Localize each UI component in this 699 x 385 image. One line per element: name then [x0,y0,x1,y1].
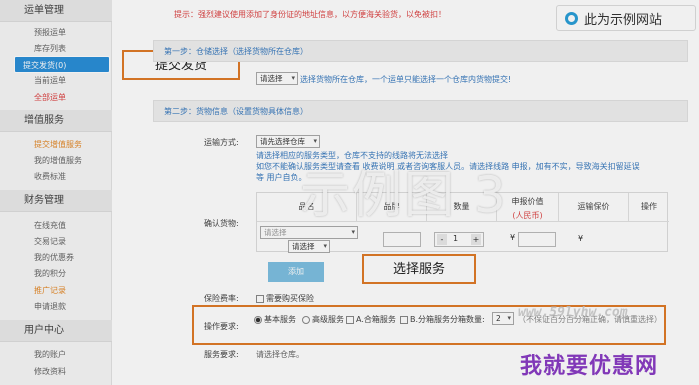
qty-stepper[interactable]: - 1 + [434,232,484,247]
service-basic-label: 基本服务 [264,315,296,324]
service-req-value: 请选择仓库。 [256,350,304,359]
insurance-option[interactable]: 需要购买保险 [256,293,314,304]
step1-header: 第一步：仓储选择（选择货物所在仓库） [153,40,688,62]
checkbox-icon[interactable] [256,294,264,303]
checkbox-icon[interactable] [346,315,354,324]
plus-icon[interactable]: + [471,234,481,245]
sidebar-item-all[interactable]: 全部运单 [34,92,66,103]
sidebar-item-submit[interactable]: 提交发货(0) [14,56,110,73]
service-basic[interactable]: 基本服务 [254,314,296,325]
sidebar-item-coupons[interactable]: 我的优惠券 [34,252,74,263]
sidebar-section-title: 运单管理 [0,0,112,22]
sidebar: 运单管理 预报运单 库存列表 提交发货(0) 当前运单 全部运单 增值服务 提交… [0,0,112,385]
sample-watermark: 示例图 3 [300,166,508,224]
sidebar-item-recharge[interactable]: 在线充值 [34,220,66,231]
confirm-label: 确认货物: [204,219,239,228]
service-combine-label: A.合箱服务 [356,315,396,324]
sidebar-item-fees[interactable]: 收费标准 [34,171,66,182]
declared-value-input[interactable] [518,232,556,247]
brand-label: 此为示例网站 [556,5,696,31]
insurance-label: 保险费率: [204,294,239,303]
th-insured: 运输保价 [559,193,629,221]
radio-icon[interactable] [302,315,310,324]
warehouse-select[interactable]: 请选择 [256,72,298,85]
sidebar-item-submit-value[interactable]: 提交增值服务 [34,139,82,150]
add-button[interactable]: 添加 [268,262,324,282]
sidebar-item-account[interactable]: 我的账户 [34,349,66,360]
service-advanced-label: 高级服务 [312,315,344,324]
service-req-label: 服务要求: [204,350,239,359]
subcategory-select[interactable]: 请选择 [288,240,330,253]
sidebar-item-profile[interactable]: 修改资料 [34,366,66,377]
service-advanced[interactable]: 高级服务 [302,314,344,325]
category-select[interactable]: 请选择 [260,226,358,239]
split-qty-label: 分箱数量: [450,315,485,324]
service-split-label: B.分箱服务 [410,315,451,324]
transport-label: 运输方式: [204,138,239,147]
notice-text: 提示：强烈建议使用添加了身份证的地址信息，以方便海关验货，以免被扣！ [174,10,446,19]
callout-service: 选择服务 [362,254,476,284]
sidebar-section-title: 用户中心 [0,320,112,342]
warehouse-hint: 选择货物所在仓库，一个运单只能选择一个仓库内货物提交! [300,75,512,84]
brand-input[interactable] [383,232,421,247]
sidebar-item-current[interactable]: 当前运单 [34,75,66,86]
checkbox-icon[interactable] [400,315,408,324]
qty-value: 1 [453,234,459,243]
sidebar-item-stock[interactable]: 库存列表 [34,43,66,54]
radio-icon[interactable] [254,315,262,324]
page: 运单管理 预报运单 库存列表 提交发货(0) 当前运单 全部运单 增值服务 提交… [0,0,699,385]
step2-header: 第二步：货物信息（设置货物具体信息） [153,100,688,122]
sidebar-item-refund[interactable]: 申请退款 [34,301,66,312]
split-qty-select[interactable]: 2 [492,312,514,325]
site-watermark: www.59lyhw.com [518,305,628,320]
service-combine[interactable]: A.合箱服务 [346,314,396,325]
circle-icon [565,11,578,25]
ops-label: 操作要求: [204,322,239,331]
sidebar-item-transactions[interactable]: 交易记录 [34,236,66,247]
transport-select[interactable]: 请先选择仓库 [256,135,320,148]
transport-hint-3: 等 用户自负。 [256,173,307,182]
sidebar-item-my-value[interactable]: 我的增值服务 [34,155,82,166]
minus-icon[interactable]: - [437,234,447,245]
currency-symbol: ¥ [510,233,516,242]
sidebar-item-promo[interactable]: 推广记录 [34,285,66,296]
sidebar-section-title: 增值服务 [0,110,112,132]
brand-text: 此为示例网站 [584,11,663,27]
th-ops: 操作 [641,202,657,211]
insurance-option-text: 需要购买保险 [266,294,314,303]
sidebar-item-points[interactable]: 我的积分 [34,268,66,279]
sidebar-item-forecast[interactable]: 预报运单 [34,27,66,38]
sidebar-section-title: 财务管理 [0,190,112,212]
slogan-watermark: 我就要优惠网 [520,354,659,379]
service-split[interactable]: B.分箱服务 [400,314,450,325]
insured-value: ¥ [578,234,584,243]
